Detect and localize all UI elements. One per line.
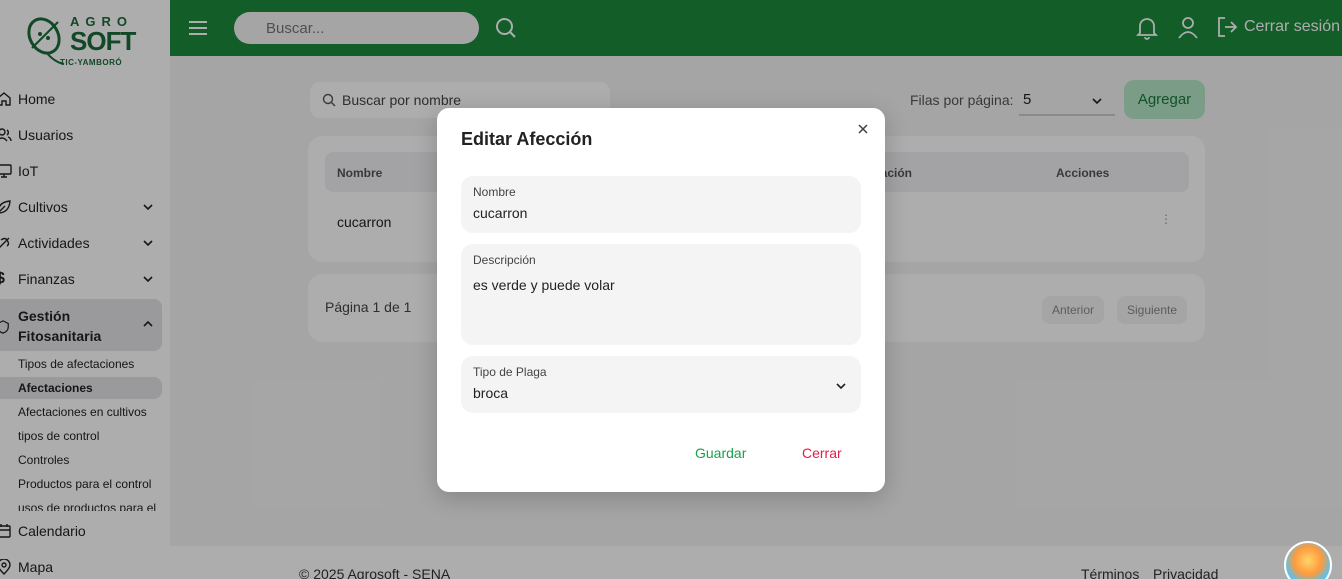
close-icon[interactable] bbox=[857, 122, 869, 140]
nombre-label: Nombre bbox=[473, 185, 516, 199]
save-button[interactable]: Guardar bbox=[695, 445, 746, 461]
close-button[interactable]: Cerrar bbox=[802, 445, 842, 461]
tipo-plaga-value: broca bbox=[473, 385, 509, 401]
descripcion-label: Descripción bbox=[473, 253, 536, 267]
chevron-down-icon bbox=[835, 379, 847, 397]
tipo-plaga-select[interactable]: Tipo de Plaga broca bbox=[461, 356, 861, 413]
modal-title: Editar Afección bbox=[461, 129, 593, 149]
nombre-value: cucarron bbox=[473, 205, 528, 221]
edit-afeccion-modal: Editar Afección Nombre cucarron Descripc… bbox=[437, 108, 885, 492]
descripcion-field[interactable]: Descripción es verde y puede volar bbox=[461, 244, 861, 345]
tipo-plaga-label: Tipo de Plaga bbox=[473, 365, 547, 379]
descripcion-value: es verde y puede volar bbox=[473, 277, 615, 293]
nombre-field[interactable]: Nombre cucarron bbox=[461, 176, 861, 233]
